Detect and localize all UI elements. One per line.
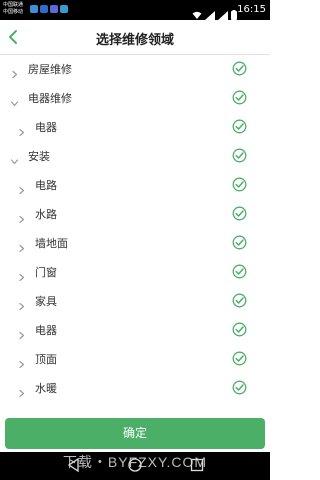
list-item-label: 门窗: [35, 266, 57, 279]
chevron-right-icon[interactable]: [10, 64, 19, 79]
list-item-label: 电路: [35, 179, 57, 192]
watermark-text: 下载・BYFZXY.COM: [62, 454, 208, 470]
carrier-2: 中国移动: [3, 9, 24, 15]
list-item[interactable]: 家具: [0, 287, 270, 316]
check-circle-icon[interactable]: [232, 351, 247, 366]
list-item-label: 电器: [35, 324, 57, 337]
check-circle-icon[interactable]: [232, 322, 247, 337]
chevron-right-icon[interactable]: [17, 267, 26, 282]
list-item[interactable]: 水暖: [0, 374, 270, 403]
page-title: 选择维修领域: [95, 33, 174, 48]
check-circle-icon[interactable]: [232, 148, 247, 163]
list-item[interactable]: 电器: [0, 113, 270, 142]
confirm-button[interactable]: 确定: [5, 418, 265, 449]
list-item-label: 电器维修: [28, 92, 72, 105]
chevron-right-icon[interactable]: [17, 180, 26, 195]
chevron-right-icon[interactable]: [17, 354, 26, 369]
check-circle-icon[interactable]: [232, 206, 247, 221]
list-item[interactable]: 顶面: [0, 345, 270, 374]
carrier-info: 中国联通 中国移动: [3, 2, 23, 16]
list-item-label: 房屋维修: [28, 63, 72, 76]
check-circle-icon[interactable]: [232, 264, 247, 279]
list-item-label: 安装: [28, 150, 50, 163]
list-item-label: 顶面: [35, 353, 57, 366]
check-circle-icon[interactable]: [232, 293, 247, 308]
carrier-1: 中国联通: [3, 2, 24, 8]
notification-app-icon: [60, 5, 68, 13]
check-circle-icon[interactable]: [232, 177, 247, 192]
clock: 16:15: [237, 4, 266, 15]
check-circle-icon[interactable]: [232, 90, 247, 105]
notification-app-icon: [50, 5, 58, 13]
list-item[interactable]: 门窗: [0, 258, 270, 287]
list-item-label: 电器: [35, 121, 57, 134]
list-item-label: 家具: [35, 295, 57, 308]
list-item[interactable]: 安装: [0, 142, 270, 171]
check-circle-icon[interactable]: [232, 119, 247, 134]
list-item[interactable]: 电器: [0, 316, 270, 345]
list-item[interactable]: 房屋维修: [0, 55, 270, 84]
chevron-right-icon[interactable]: [17, 383, 26, 398]
list-item-label: 墙地面: [35, 237, 68, 250]
chevron-right-icon[interactable]: [17, 296, 26, 311]
check-circle-icon[interactable]: [232, 235, 247, 250]
chevron-down-icon[interactable]: [10, 93, 19, 107]
repair-area-list: 房屋维修 电器维修 电器 安装 电路 水路 墙地面 门窗 家具 电器 顶面 水暖: [0, 55, 270, 415]
notification-icons: [30, 5, 68, 13]
list-item-label: 水路: [35, 208, 57, 221]
check-circle-icon[interactable]: [232, 61, 247, 76]
list-item-label: 水暖: [35, 382, 57, 395]
notification-app-icon: [30, 5, 38, 13]
status-bar: 中国联通 中国移动 16:15: [0, 0, 270, 20]
app-header: 选择维修领域: [0, 20, 270, 55]
chevron-right-icon[interactable]: [17, 209, 26, 224]
check-circle-icon[interactable]: [232, 380, 247, 395]
list-item[interactable]: 水路: [0, 200, 270, 229]
chevron-down-icon[interactable]: [10, 151, 19, 165]
list-item[interactable]: 墙地面: [0, 229, 270, 258]
list-item[interactable]: 电器维修: [0, 84, 270, 113]
chevron-right-icon[interactable]: [17, 325, 26, 340]
chevron-right-icon[interactable]: [17, 238, 26, 253]
chevron-right-icon[interactable]: [17, 122, 26, 137]
list-item[interactable]: 电路: [0, 171, 270, 200]
notification-app-icon: [40, 5, 48, 13]
